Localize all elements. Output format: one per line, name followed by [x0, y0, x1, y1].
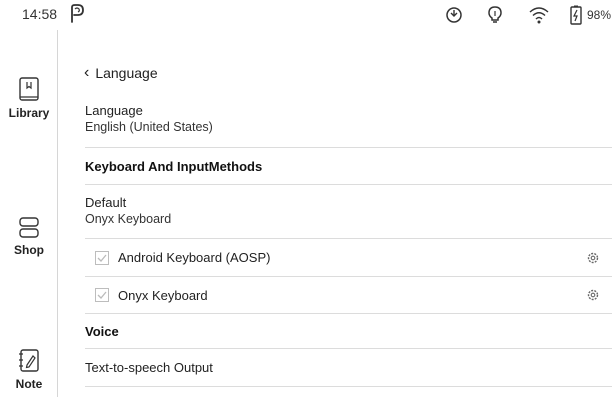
checkbox[interactable] — [95, 250, 109, 265]
lightbulb-icon[interactable] — [484, 5, 506, 25]
tts-label: Text-to-speech Output — [85, 359, 213, 375]
page-title: Language — [95, 65, 158, 81]
checkbox[interactable] — [95, 288, 109, 302]
screen: 14:58 98% Library Shop Note ‹ Language L… — [0, 0, 616, 397]
shop-icon — [19, 217, 39, 238]
sidebar-item-label: Library — [8, 106, 50, 120]
keyboard-label: Android Keyboard (AOSP) — [118, 250, 271, 265]
default-keyboard-row[interactable]: Default Onyx Keyboard — [85, 185, 612, 239]
sidebar: Library Shop Note — [0, 30, 58, 397]
clock-time: 14:58 — [22, 6, 58, 22]
section-title: Voice — [85, 323, 119, 339]
section-title: Keyboard And InputMethods — [85, 158, 263, 174]
gear-icon[interactable] — [586, 288, 600, 302]
voice-section-header: Voice — [85, 314, 612, 349]
language-value: English (United States) — [85, 120, 213, 134]
default-title: Default — [85, 195, 127, 210]
settings-panel: ‹ Language Language English (United Stat… — [58, 30, 616, 397]
sidebar-item-library[interactable]: Library — [0, 77, 58, 120]
keyboard-label: Onyx Keyboard — [118, 287, 208, 303]
check-icon — [97, 254, 107, 262]
sidebar-item-shop[interactable]: Shop — [0, 216, 58, 257]
check-icon — [97, 291, 107, 299]
keyboard-item-onyx[interactable]: Onyx Keyboard — [85, 277, 612, 314]
keyboard-section-header: Keyboard And InputMethods — [85, 148, 612, 185]
pen-icon — [19, 349, 39, 372]
keyboard-item-aosp[interactable]: Android Keyboard (AOSP) — [85, 239, 612, 277]
language-row[interactable]: Language English (United States) — [85, 103, 612, 148]
default-value: Onyx Keyboard — [85, 212, 172, 226]
sidebar-item-note[interactable]: Note — [0, 348, 58, 391]
battery-percent: 98% — [587, 8, 612, 22]
wifi-icon[interactable] — [528, 5, 550, 25]
battery-icon — [570, 5, 582, 25]
p-icon — [71, 4, 84, 23]
status-bar: 14:58 98% — [0, 0, 616, 30]
book-icon — [19, 77, 39, 101]
chevron-left-icon: ‹ — [84, 64, 90, 81]
language-title: Language — [85, 103, 143, 118]
sync-icon[interactable] — [443, 5, 465, 25]
tts-output-row[interactable]: Text-to-speech Output — [85, 349, 612, 387]
sidebar-item-label: Shop — [14, 243, 44, 257]
back-button[interactable]: ‹ Language — [84, 64, 158, 82]
sidebar-item-label: Note — [15, 377, 43, 391]
gear-icon[interactable] — [586, 251, 600, 265]
